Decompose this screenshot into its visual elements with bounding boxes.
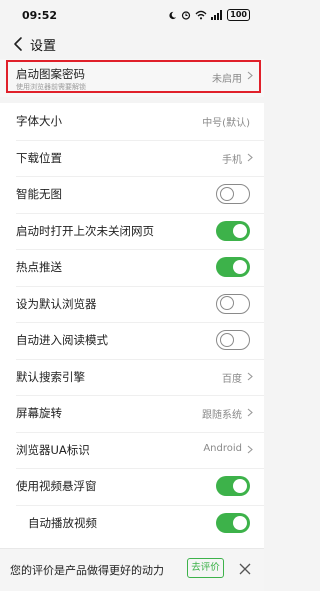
wifi-icon [195, 10, 207, 20]
setting-toggle[interactable] [216, 220, 250, 241]
close-icon[interactable] [238, 562, 252, 576]
settings-list: 字体大小 中号(默认) 下载位置 手机智能无图启动时打开上次未关闭网页 热点推送设为默认… [0, 103, 264, 548]
setting-label: 启动时打开上次未关闭网页 [16, 223, 154, 238]
toggle-knob [220, 332, 234, 347]
row-divider [16, 395, 264, 396]
status-time: 09:52 [22, 9, 58, 22]
setting-toggle[interactable] [216, 330, 250, 350]
toggle-knob [220, 296, 234, 310]
setting-label: 默认搜索引擎 [16, 369, 85, 384]
setting-label: 自动进入阅读模式 [16, 333, 108, 347]
back-arrow-icon[interactable] [10, 35, 28, 53]
status-icons: 100 [168, 8, 250, 22]
setting-label: 自动播放视频 [28, 515, 97, 530]
alarm-icon [182, 11, 191, 20]
setting-row[interactable]: 设为默认浏览器 [0, 286, 264, 322]
setting-row[interactable]: 智能无图 [0, 176, 264, 212]
toggle-knob [220, 186, 234, 201]
setting-toggle[interactable] [216, 476, 250, 496]
rating-bar: 您的评价是产品做得更好的动力 去评价 [0, 548, 264, 591]
setting-label: 浏览器UA标识 [16, 442, 90, 457]
pattern-lock-sublabel: 使用浏览器前需要解锁 [16, 83, 86, 91]
setting-row[interactable]: 启动时打开上次未关闭网页 [0, 213, 264, 249]
setting-value: 跟随系统 [202, 410, 242, 421]
row-divider [16, 212, 264, 214]
setting-row[interactable]: 字体大小 中号(默认) [0, 103, 264, 139]
row-divider [16, 431, 264, 433]
setting-label: 字体大小 [16, 114, 62, 128]
chevron-right-icon [247, 71, 253, 80]
chevron-right-icon [247, 408, 253, 417]
chevron-right-icon [247, 372, 253, 380]
setting-value: 手机 [222, 154, 242, 166]
toggle-knob [233, 479, 247, 493]
chevron-right-icon [247, 445, 253, 453]
setting-value: Android [203, 442, 242, 454]
setting-label: 屏幕旋转 [16, 406, 62, 420]
status-bar: 09:52 100 [0, 0, 264, 30]
setting-toggle[interactable] [216, 257, 250, 277]
moon-icon [169, 11, 177, 19]
row-divider [16, 249, 264, 250]
setting-label: 热点推送 [16, 260, 62, 274]
pattern-lock-value: 未启用 [212, 74, 242, 85]
setting-label: 设为默认浏览器 [16, 296, 97, 311]
title-bar: 设置 [0, 30, 264, 58]
setting-row[interactable]: 屏幕旋转 跟随系统 [0, 395, 264, 431]
setting-label: 下载位置 [16, 150, 62, 165]
row-divider [16, 176, 264, 177]
setting-row[interactable]: 自动播放视频 [0, 505, 264, 541]
setting-label: 智能无图 [16, 187, 62, 201]
row-divider [16, 322, 264, 323]
rate-button[interactable]: 去评价 [187, 558, 224, 578]
setting-row[interactable]: 热点推送 [0, 249, 264, 285]
setting-toggle[interactable] [216, 512, 250, 533]
signal-icon [211, 10, 223, 20]
setting-value: 百度 [222, 373, 242, 385]
toggle-knob [233, 223, 247, 238]
toggle-knob [233, 515, 247, 530]
setting-toggle[interactable] [216, 293, 250, 314]
setting-row[interactable]: 使用视频悬浮窗 [0, 468, 264, 504]
setting-row[interactable]: 浏览器UA标识 Android [0, 432, 264, 468]
setting-label: 使用视频悬浮窗 [16, 479, 97, 493]
row-divider [16, 468, 264, 469]
setting-row[interactable]: 默认搜索引擎 百度 [0, 359, 264, 395]
setting-toggle[interactable] [216, 184, 250, 204]
setting-value: 中号(默认) [202, 118, 250, 129]
setting-row[interactable]: 自动进入阅读模式 [0, 322, 264, 358]
row-divider [16, 358, 264, 360]
row-divider [16, 504, 264, 506]
pattern-lock-label: 启动图案密码 [16, 67, 85, 81]
row-divider [16, 139, 264, 141]
rating-prompt: 您的评价是产品做得更好的动力 [10, 564, 164, 577]
page-title: 设置 [30, 39, 57, 54]
setting-row[interactable]: 下载位置 手机 [0, 140, 264, 176]
battery-indicator: 100 [227, 9, 250, 21]
row-divider [16, 285, 264, 287]
toggle-knob [233, 260, 247, 274]
chevron-right-icon [247, 153, 253, 161]
